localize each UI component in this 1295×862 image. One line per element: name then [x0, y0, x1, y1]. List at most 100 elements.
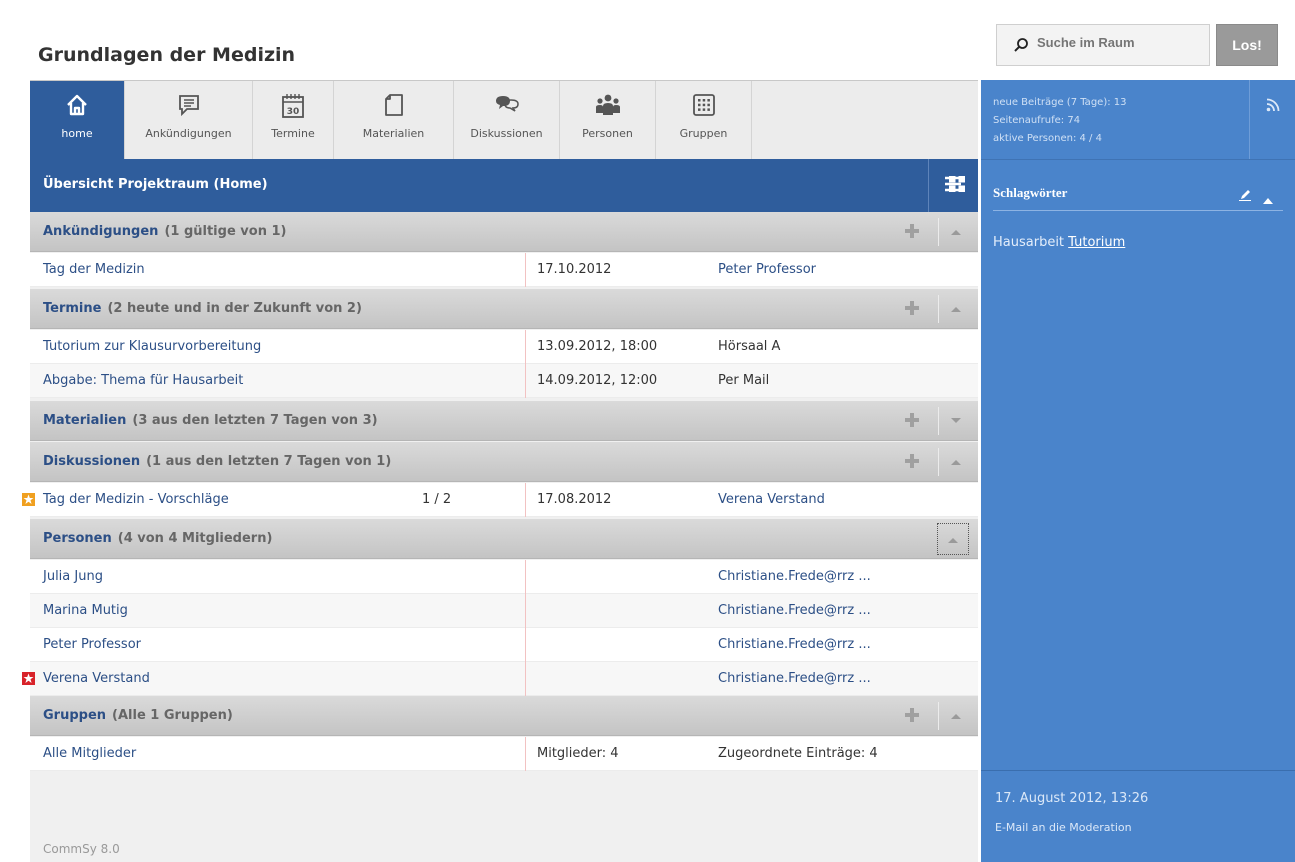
search-icon — [1013, 37, 1029, 53]
person-name[interactable]: Verena Verstand — [43, 671, 150, 686]
person-name[interactable]: Julia Jung — [43, 569, 103, 584]
groups-grid-icon — [656, 81, 751, 127]
tab-label: Termine — [271, 127, 315, 140]
section-title[interactable]: Diskussionen — [43, 454, 140, 469]
collapse-icon[interactable] — [950, 710, 962, 720]
tab-termine[interactable]: 30 Termine — [253, 81, 334, 160]
item-read-count: 1 / 2 — [422, 492, 452, 507]
divider — [938, 448, 939, 476]
add-icon[interactable] — [904, 223, 920, 239]
section-title[interactable]: Personen — [43, 531, 112, 546]
item-author[interactable]: Verena Verstand — [718, 492, 825, 507]
item-date: 13.09.2012, 18:00 — [537, 339, 658, 354]
collapse-icon[interactable] — [950, 226, 962, 236]
column-divider — [525, 364, 526, 398]
item-location: Hörsaal A — [718, 339, 781, 354]
item-title[interactable]: Abgabe: Thema für Hausarbeit — [43, 373, 243, 388]
item-title[interactable]: Tag der Medizin - Vorschläge — [43, 492, 229, 507]
item-author[interactable]: Peter Professor — [718, 262, 816, 277]
column-divider — [525, 662, 526, 696]
email-moderation-link[interactable]: E-Mail an die Moderation — [995, 821, 1132, 834]
discussion-icon — [454, 81, 559, 127]
item-title[interactable]: Tutorium zur Klausurvorbereitung — [43, 339, 261, 354]
section-termine: Termine (2 heute und in der Zukunft von 2… — [30, 289, 978, 329]
divider — [938, 218, 939, 246]
person-email[interactable]: Christiane.Frede@rrz ... — [718, 569, 871, 584]
column-divider — [525, 594, 526, 628]
section-count: (2 heute und in der Zukunft von 2) — [107, 301, 362, 316]
tab-diskussionen[interactable]: Diskussionen — [454, 81, 560, 160]
person-email[interactable]: Christiane.Frede@rrz ... — [718, 637, 871, 652]
section-count: (Alle 1 Gruppen) — [112, 708, 233, 723]
person-name[interactable]: Peter Professor — [43, 637, 141, 652]
calendar-day: 30 — [287, 107, 300, 117]
column-divider — [525, 483, 526, 517]
tab-label: Personen — [582, 127, 633, 140]
collapse-icon[interactable] — [937, 523, 969, 555]
document-icon — [334, 81, 453, 127]
section-title[interactable]: Ankündigungen — [43, 224, 158, 239]
tags-title: Schlagwörter — [993, 185, 1068, 200]
tab-home[interactable]: home — [30, 81, 125, 160]
home-icon — [30, 81, 124, 127]
edit-icon[interactable] — [1239, 189, 1251, 201]
stat-active-persons: aktive Personen: 4 / 4 — [993, 133, 1102, 144]
stat-new-posts: neue Beiträge (7 Tage): 13 — [993, 97, 1127, 108]
column-divider — [525, 737, 526, 771]
section-count: (3 aus den letzten 7 Tagen von 3) — [132, 413, 378, 428]
tag-list: Hausarbeit Tutorium — [993, 235, 1125, 250]
tab-label: Gruppen — [679, 127, 728, 140]
add-icon[interactable] — [904, 707, 920, 723]
room-stats: neue Beiträge (7 Tage): 13 Seitenaufrufe… — [993, 94, 1127, 148]
tab-ankuendigungen[interactable]: Ankündigungen — [125, 81, 253, 160]
tab-label: Materialien — [362, 127, 425, 140]
search-button[interactable]: Los! — [1216, 24, 1278, 66]
search-box — [996, 24, 1210, 66]
section-personen: Personen (4 von 4 Mitgliedern) — [30, 519, 978, 559]
announcement-icon — [125, 81, 252, 127]
section-title[interactable]: Termine — [43, 301, 101, 316]
group-entries: Zugeordnete Einträge: 4 — [718, 746, 878, 761]
add-icon[interactable] — [904, 453, 920, 469]
person-email[interactable]: Christiane.Frede@rrz ... — [718, 671, 871, 686]
section-ankuendigungen: Ankündigungen (1 gültige von 1) — [30, 212, 978, 252]
column-divider — [525, 560, 526, 594]
item-date: 14.09.2012, 12:00 — [537, 373, 658, 388]
tab-gruppen[interactable]: Gruppen — [656, 81, 752, 160]
column-divider — [525, 253, 526, 287]
add-icon[interactable] — [904, 300, 920, 316]
divider — [981, 159, 1295, 160]
divider — [938, 702, 939, 730]
person-name[interactable]: Marina Mutig — [43, 603, 128, 618]
search-input[interactable] — [1037, 35, 1201, 50]
stat-page-views: Seitenaufrufe: 74 — [993, 115, 1081, 126]
rss-icon[interactable] — [1266, 98, 1280, 112]
list-item: Peter Professor Christiane.Frede@rrz ... — [30, 628, 978, 662]
section-title[interactable]: Gruppen — [43, 708, 106, 723]
add-icon[interactable] — [904, 412, 920, 428]
tag-item[interactable]: Hausarbeit — [993, 235, 1064, 250]
tab-label: home — [61, 127, 93, 140]
version-label: CommSy 8.0 — [43, 842, 120, 856]
tab-materialien[interactable]: Materialien — [334, 81, 454, 160]
person-email[interactable]: Christiane.Frede@rrz ... — [718, 603, 871, 618]
collapse-icon[interactable] — [950, 456, 962, 466]
item-title[interactable]: Tag der Medizin — [43, 262, 145, 277]
tab-personen[interactable]: Personen — [560, 81, 656, 160]
main-content: Übersicht Projektraum (Home) Ankündigung… — [22, 159, 978, 862]
list-item: Alle Mitglieder Mitglieder: 4 Zugeordnet… — [30, 737, 978, 771]
column-divider — [525, 330, 526, 364]
page-title: Grundlagen der Medizin — [38, 44, 296, 66]
expand-icon[interactable] — [950, 415, 962, 425]
column-divider — [525, 628, 526, 662]
current-date: 17. August 2012, 13:26 — [995, 791, 1149, 806]
group-members: Mitglieder: 4 — [537, 746, 619, 761]
group-name[interactable]: Alle Mitglieder — [43, 746, 136, 761]
section-materialien: Materialien (3 aus den letzten 7 Tagen vo… — [30, 401, 978, 441]
section-title[interactable]: Materialien — [43, 413, 126, 428]
calendar-icon: 30 — [253, 81, 333, 127]
collapse-icon[interactable] — [1263, 193, 1273, 204]
collapse-icon[interactable] — [950, 303, 962, 313]
header-divider — [928, 159, 929, 212]
tag-item[interactable]: Tutorium — [1068, 235, 1125, 250]
